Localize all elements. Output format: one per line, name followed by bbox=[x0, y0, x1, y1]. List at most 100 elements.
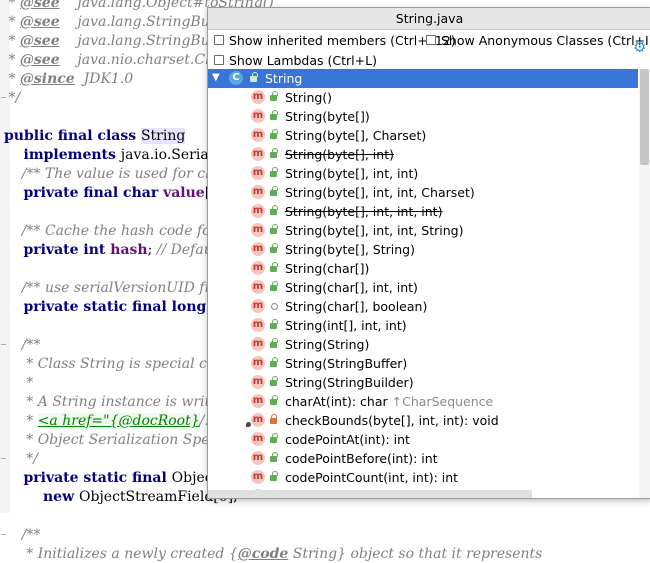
member-label: codePointCount(int, int): int bbox=[285, 468, 458, 487]
show-inherited-checkbox[interactable]: Show inherited members (Ctrl+F12) bbox=[214, 31, 456, 49]
tree-root-string-class[interactable]: ▼ C String bbox=[208, 69, 638, 88]
member-signature: String(int[], int, int) bbox=[285, 318, 407, 333]
member-signature: String() bbox=[285, 90, 333, 105]
method-icon: m bbox=[251, 261, 265, 275]
code-line[interactable]: * @since JDK1.0 bbox=[4, 70, 133, 88]
code-line[interactable]: /** bbox=[4, 526, 41, 544]
structure-tree[interactable]: ▼ C String m String() m String(byte[]) m Stri… bbox=[208, 69, 638, 498]
tree-member-row[interactable]: m String(byte[], int, int) bbox=[208, 164, 638, 183]
member-label: String(byte[], int, int, Charset) bbox=[285, 183, 475, 202]
code-token: <a href="{@docRoot} bbox=[37, 413, 200, 429]
member-label: charAt(int): char ↑CharSequence bbox=[285, 392, 493, 411]
code-token: value bbox=[163, 185, 205, 201]
file-structure-popup[interactable]: String.java Show inherited members (Ctrl… bbox=[207, 7, 650, 499]
tree-member-row[interactable]: m String(StringBuffer) bbox=[208, 354, 638, 373]
fold-marker-icon[interactable] bbox=[0, 341, 8, 349]
code-token: * bbox=[4, 52, 20, 68]
checkbox-icon[interactable] bbox=[426, 35, 436, 45]
scrollbar-thumb[interactable] bbox=[640, 69, 649, 165]
tree-member-row[interactable]: m String(char[]) bbox=[208, 259, 638, 278]
tree-member-row[interactable]: m String(int[], int, int) bbox=[208, 316, 638, 335]
tree-member-row[interactable]: m String(byte[]) bbox=[208, 107, 638, 126]
checkbox-icon[interactable] bbox=[214, 55, 224, 65]
member-signature: String(char[], int, int) bbox=[285, 280, 418, 295]
code-line[interactable]: new ObjectStreamField[0]; bbox=[4, 488, 238, 506]
inherited-from-label: ↑CharSequence bbox=[391, 394, 494, 409]
member-signature: String(byte[], Charset) bbox=[285, 128, 427, 143]
code-token: * Initializes a newly created { bbox=[4, 546, 238, 562]
tree-member-row[interactable]: m String(char[], int, int) bbox=[208, 278, 638, 297]
member-signature: String(byte[], int, int, String) bbox=[285, 223, 464, 238]
method-icon: m bbox=[251, 109, 265, 123]
method-icon: m bbox=[251, 90, 265, 104]
code-line[interactable]: /** bbox=[4, 336, 41, 354]
code-token: * bbox=[4, 413, 38, 429]
tree-member-row[interactable]: m String(byte[], String) bbox=[208, 240, 638, 259]
code-line[interactable]: * bbox=[4, 374, 33, 392]
code-token: String} object so that it represents bbox=[288, 546, 543, 562]
method-icon: m bbox=[251, 318, 265, 332]
tree-member-row[interactable]: m String() bbox=[208, 88, 638, 107]
tree-member-row[interactable]: m checkBounds(byte[], int, int): void bbox=[208, 411, 638, 430]
member-label: String(char[]) bbox=[285, 259, 369, 278]
code-token: */ bbox=[4, 451, 38, 467]
tree-member-row[interactable]: m charAt(int): char ↑CharSequence bbox=[208, 392, 638, 411]
member-label: codePointAt(int): int bbox=[285, 430, 410, 449]
public-visibility-icon bbox=[269, 186, 278, 197]
code-token: * bbox=[4, 0, 20, 11]
fold-marker-icon[interactable] bbox=[0, 94, 8, 102]
tree-member-row[interactable]: m codePointBefore(int): int bbox=[208, 449, 638, 468]
tree-member-row[interactable]: m String(byte[], int) bbox=[208, 145, 638, 164]
tree-member-row[interactable]: m String(char[], boolean) bbox=[208, 297, 638, 316]
method-icon: m bbox=[251, 375, 265, 389]
checkbox-icon[interactable] bbox=[214, 35, 224, 45]
fold-marker-icon[interactable] bbox=[0, 531, 8, 539]
public-visibility-icon bbox=[269, 167, 278, 178]
code-token: public final class bbox=[4, 128, 141, 144]
code-token: @code bbox=[237, 546, 289, 562]
class-icon: C bbox=[229, 71, 243, 85]
gear-icon[interactable]: ⚙ bbox=[633, 39, 649, 55]
tree-member-row[interactable]: m String(byte[], int, int, int) bbox=[208, 202, 638, 221]
code-line[interactable]: public final class String bbox=[4, 127, 186, 145]
vertical-scrollbar[interactable] bbox=[639, 69, 650, 498]
horizontal-scrollbar[interactable] bbox=[208, 490, 532, 498]
code-line[interactable]: */ bbox=[4, 450, 38, 468]
member-signature: String(byte[], int, int, Charset) bbox=[285, 185, 475, 200]
code-line[interactable]: * @see java.lang.StringBuffer bbox=[4, 13, 234, 31]
public-visibility-icon bbox=[269, 262, 278, 273]
method-icon: m bbox=[251, 356, 265, 370]
popup-title: String.java bbox=[208, 8, 650, 30]
code-token: * bbox=[4, 33, 20, 49]
member-signature: codePointCount(int, int): int bbox=[285, 470, 459, 485]
tree-member-row[interactable]: m String(String) bbox=[208, 335, 638, 354]
code-line[interactable]: * Initializes a newly created {@code Str… bbox=[4, 545, 542, 563]
show-anonymous-checkbox[interactable]: Show Anonymous Classes (Ctrl+I) bbox=[426, 31, 650, 49]
member-signature: String(char[]) bbox=[285, 261, 370, 276]
static-pin-icon bbox=[246, 422, 251, 427]
public-visibility-icon bbox=[269, 357, 278, 368]
tree-member-row[interactable]: m codePointAt(int): int bbox=[208, 430, 638, 449]
tree-member-row[interactable]: m codePointCount(int, int): int bbox=[208, 468, 638, 487]
code-token: /** bbox=[4, 337, 41, 353]
public-visibility-icon bbox=[269, 243, 278, 254]
member-label: String(byte[], Charset) bbox=[285, 126, 426, 145]
public-visibility-icon bbox=[269, 376, 278, 387]
tree-member-row[interactable]: m String(StringBuilder) bbox=[208, 373, 638, 392]
code-token: private static final bbox=[4, 470, 172, 486]
member-signature: String(StringBuffer) bbox=[285, 356, 408, 371]
expand-triangle-icon[interactable]: ▼ bbox=[212, 72, 220, 83]
public-visibility-icon bbox=[269, 433, 278, 444]
method-icon: m bbox=[251, 280, 265, 294]
fold-marker-icon[interactable] bbox=[0, 455, 8, 463]
code-token: @see bbox=[19, 52, 60, 68]
tree-member-row[interactable]: m String(byte[], int, int, Charset) bbox=[208, 183, 638, 202]
tree-member-row[interactable]: m String(byte[], int, int, String) bbox=[208, 221, 638, 240]
public-visibility-icon bbox=[269, 110, 278, 121]
method-icon: m bbox=[251, 470, 265, 484]
tree-member-row[interactable]: m String(byte[], Charset) bbox=[208, 126, 638, 145]
show-lambdas-checkbox[interactable]: Show Lambdas (Ctrl+L) bbox=[214, 51, 377, 69]
public-visibility-icon bbox=[269, 338, 278, 349]
code-line[interactable]: private final char value[]; bbox=[4, 184, 220, 202]
public-visibility-icon bbox=[269, 224, 278, 235]
